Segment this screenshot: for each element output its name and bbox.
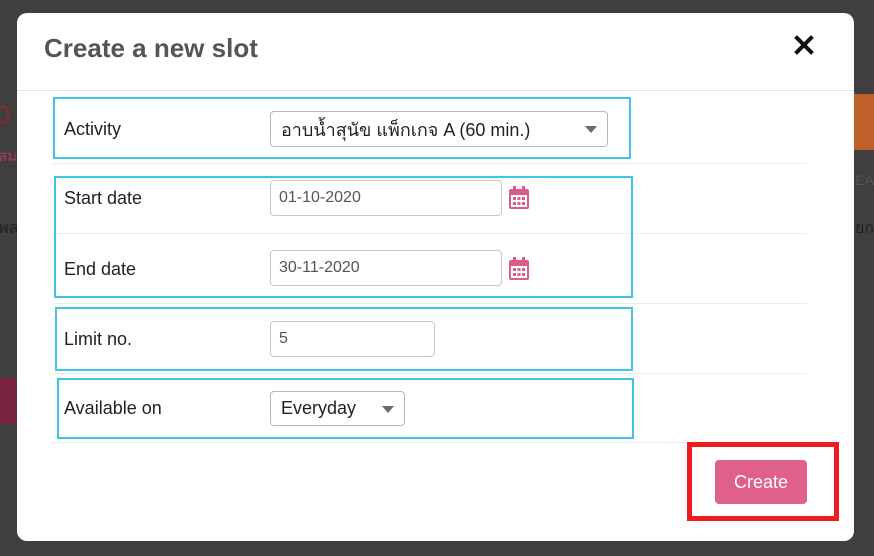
create-slot-modal: Create a new slot Activity อาบน้ำสุนัข แ… [17, 13, 854, 541]
limit-input[interactable]: 5 [270, 321, 435, 357]
modal-header: Create a new slot [17, 13, 854, 91]
row-divider [53, 163, 807, 164]
chevron-down-icon [382, 405, 394, 413]
modal-title: Create a new slot [44, 33, 258, 63]
background-text-fragment: ยก [854, 220, 874, 237]
end-date-value: 30-11-2020 [279, 259, 360, 276]
background-text-fragment: EA [855, 172, 874, 188]
end-date-input[interactable]: 30-11-2020 [270, 250, 502, 286]
background-text-fragment: พล [0, 220, 19, 237]
row-divider [53, 303, 807, 304]
activity-label: Activity [64, 119, 122, 139]
available-on-label: Available on [64, 398, 162, 418]
available-on-selected-value: Everyday [281, 398, 357, 418]
end-date-label: End date [64, 259, 137, 279]
chevron-down-icon [585, 126, 597, 133]
close-icon [794, 35, 814, 55]
create-button[interactable]: Create [715, 460, 807, 504]
available-on-select[interactable]: Everyday [270, 391, 405, 426]
start-date-label: Start date [64, 188, 143, 208]
background-page-number-fragment: 0 [0, 100, 11, 130]
row-divider [53, 373, 807, 374]
limit-value: 5 [279, 330, 288, 347]
background-text-fragment: สม [0, 148, 18, 165]
calendar-icon[interactable] [508, 257, 530, 281]
close-button[interactable] [792, 33, 816, 57]
activity-selected-value: อาบน้ำสุนัข แพ็กเกจ A (60 min.) [281, 119, 531, 140]
calendar-icon[interactable] [508, 186, 530, 210]
start-date-input[interactable]: 01-10-2020 [270, 180, 502, 216]
background-image-fragment [852, 94, 874, 150]
limit-label: Limit no. [64, 329, 133, 349]
start-date-value: 01-10-2020 [279, 189, 361, 206]
activity-select[interactable]: อาบน้ำสุนัข แพ็กเกจ A (60 min.) [270, 111, 608, 147]
